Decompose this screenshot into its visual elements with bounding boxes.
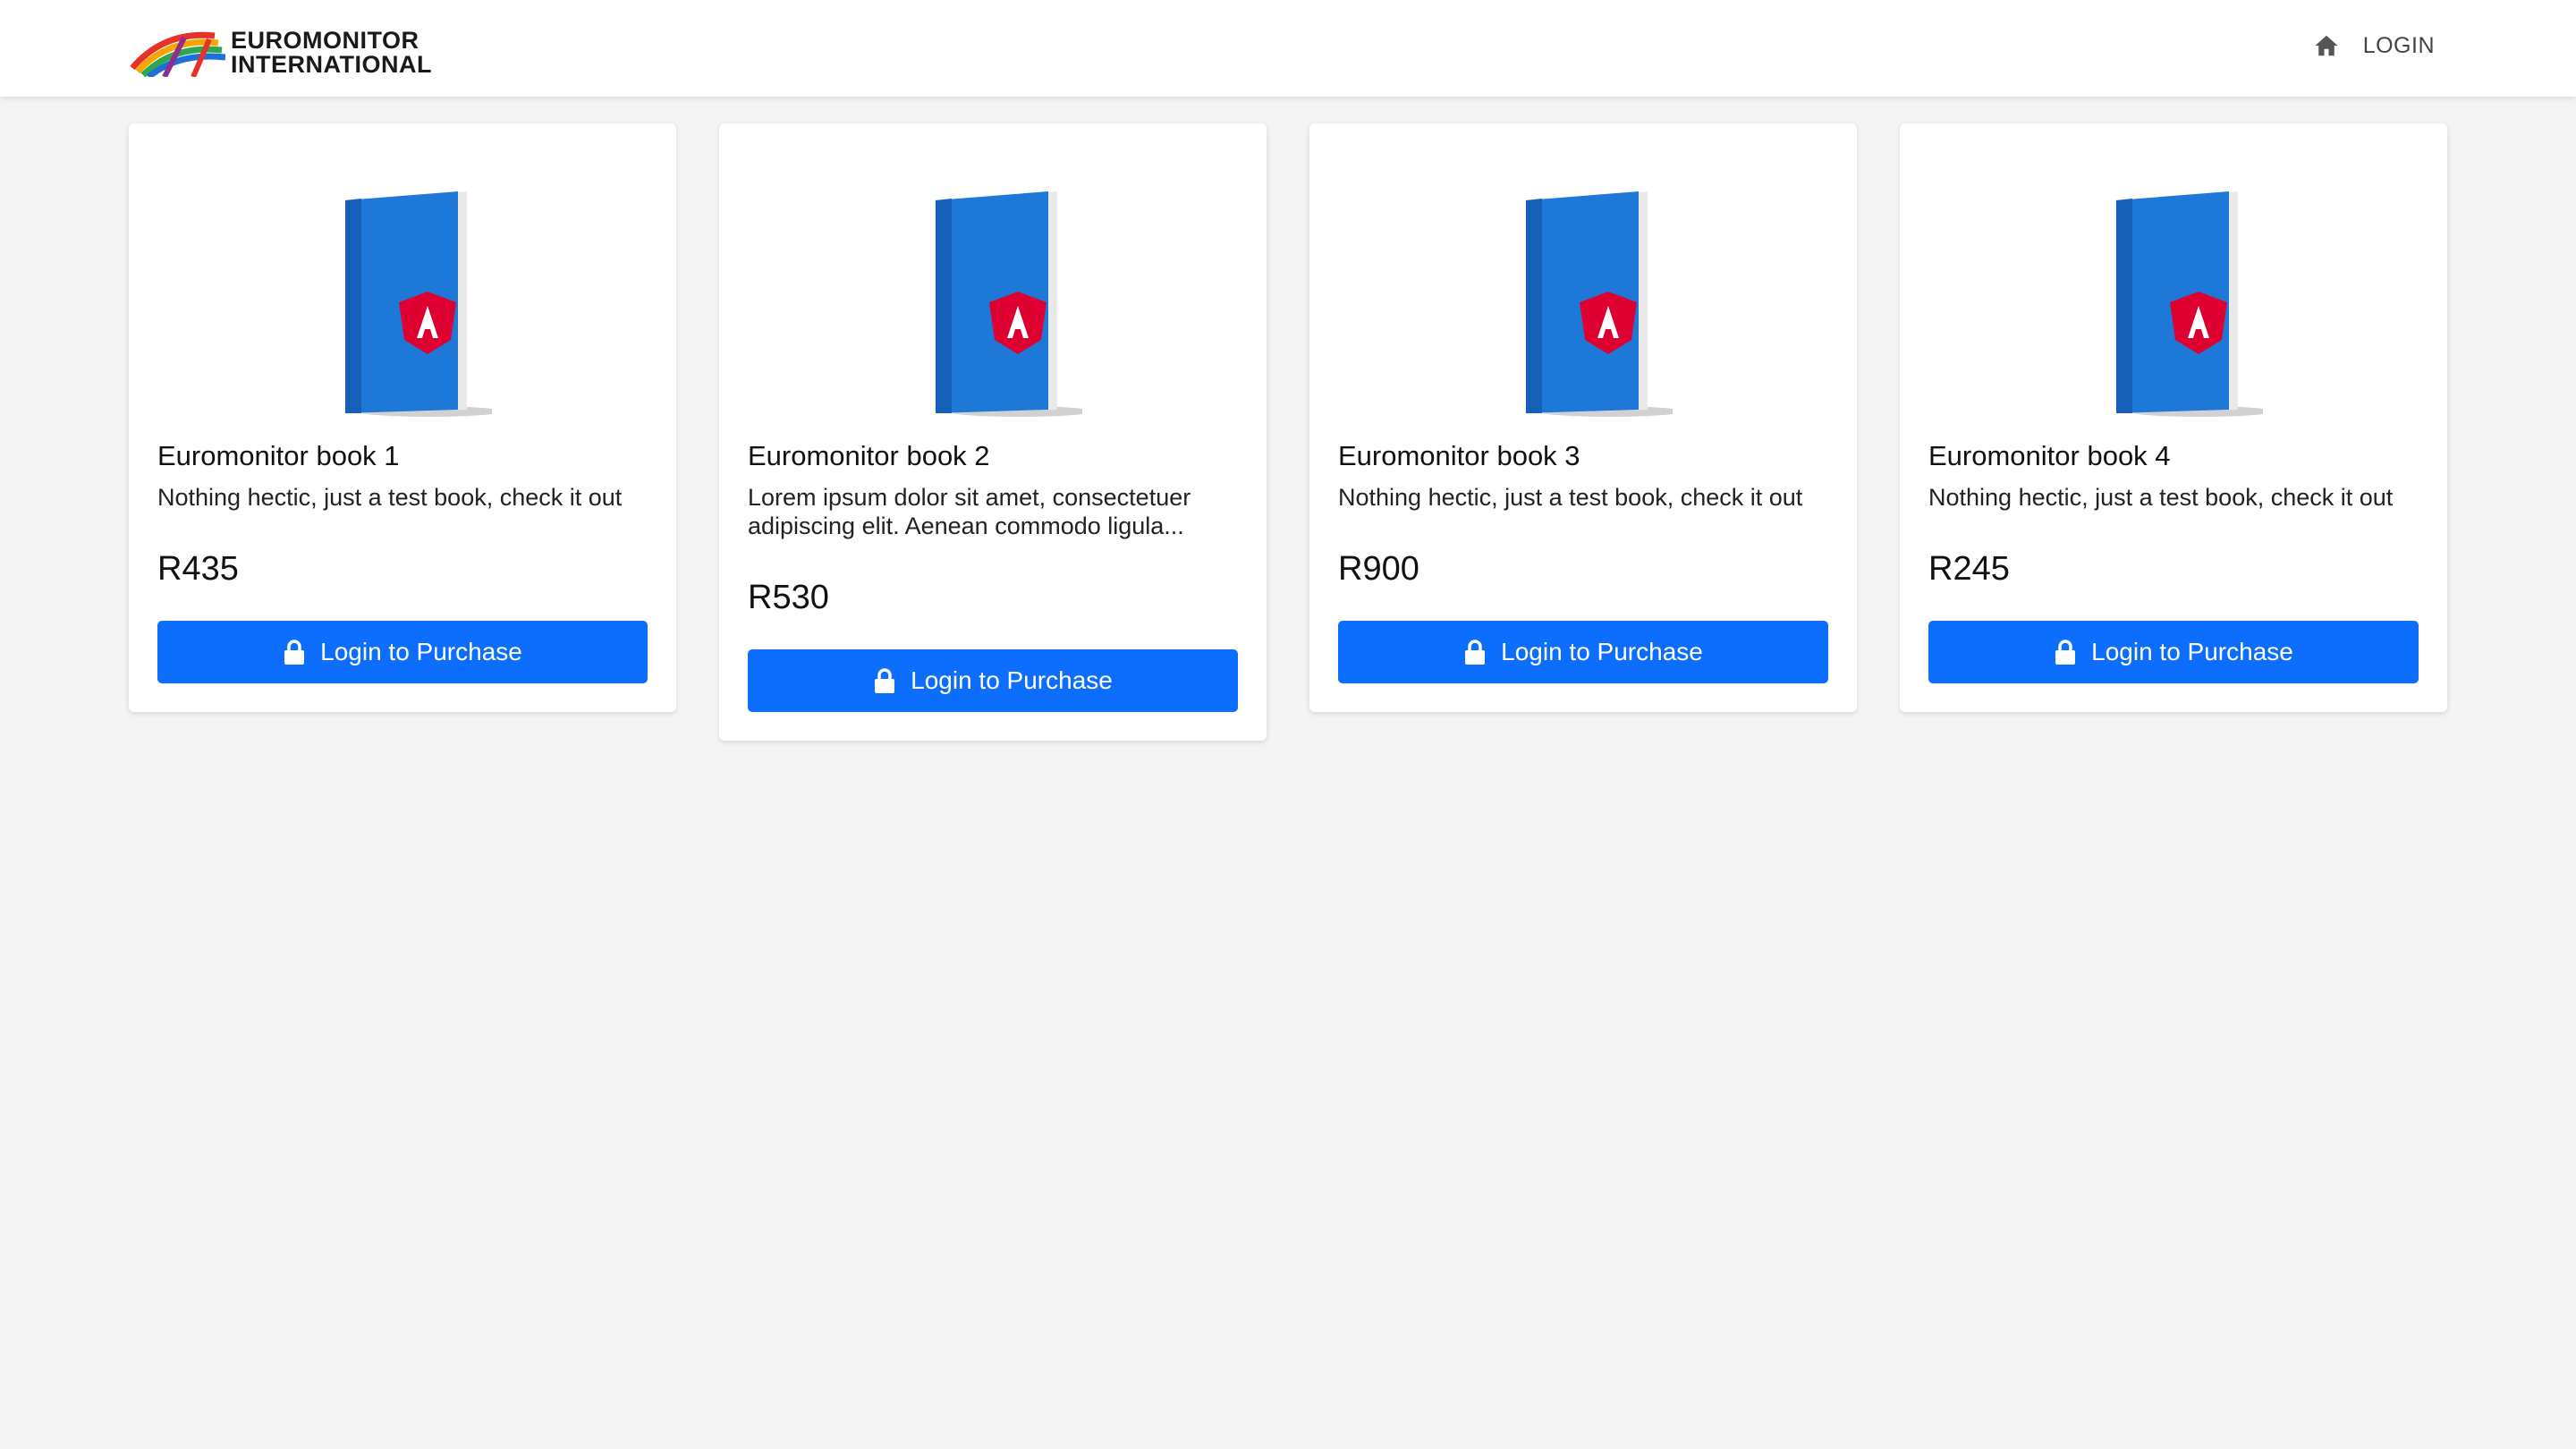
- book-price: R435: [157, 550, 239, 588]
- nav-actions: LOGIN: [2313, 32, 2435, 59]
- lock-icon: [875, 668, 895, 693]
- book-card: Euromonitor book 3 Nothing hectic, just …: [1309, 123, 1857, 712]
- login-to-purchase-button[interactable]: Login to Purchase: [1338, 621, 1828, 683]
- book-title: Euromonitor book 2: [748, 440, 990, 471]
- brand-line2: INTERNATIONAL: [231, 51, 432, 78]
- book-cover-image: [936, 191, 1082, 417]
- brand-wordmark: EUROMONITOR INTERNATIONAL: [231, 29, 432, 77]
- book-card: Euromonitor book 2 Lorem ipsum dolor sit…: [719, 123, 1267, 741]
- book-cover-wrap: [1338, 123, 1828, 428]
- book-title: Euromonitor book 3: [1338, 440, 1580, 471]
- book-grid: Euromonitor book 1 Nothing hectic, just …: [129, 123, 2447, 741]
- book-card: Euromonitor book 1 Nothing hectic, just …: [129, 123, 676, 712]
- lock-icon: [284, 640, 305, 665]
- brand-line1: EUROMONITOR: [231, 27, 419, 54]
- book-price: R530: [748, 579, 829, 616]
- book-cover-wrap: [748, 123, 1238, 428]
- lock-icon: [1465, 640, 1486, 665]
- purchase-button-label: Login to Purchase: [320, 638, 522, 665]
- book-description: Nothing hectic, just a test book, check …: [1928, 484, 2394, 511]
- purchase-button-label: Login to Purchase: [2091, 638, 2293, 665]
- brand-logo[interactable]: EUROMONITOR INTERNATIONAL: [129, 29, 432, 77]
- book-cover-wrap: [157, 123, 648, 428]
- login-to-purchase-button[interactable]: Login to Purchase: [157, 621, 648, 683]
- book-description: Nothing hectic, just a test book, check …: [157, 484, 623, 511]
- book-description: Lorem ipsum dolor sit amet, consectetuer…: [748, 484, 1191, 539]
- book-price: R245: [1928, 550, 2010, 588]
- purchase-button-label: Login to Purchase: [911, 666, 1113, 694]
- book-title: Euromonitor book 1: [157, 440, 400, 471]
- book-description: Nothing hectic, just a test book, check …: [1338, 484, 1803, 511]
- login-to-purchase-button[interactable]: Login to Purchase: [748, 649, 1238, 712]
- book-title: Euromonitor book 4: [1928, 440, 2171, 471]
- home-icon[interactable]: [2313, 32, 2340, 59]
- book-cover-image: [345, 191, 492, 417]
- book-cover-wrap: [1928, 123, 2419, 428]
- top-navbar: EUROMONITOR INTERNATIONAL LOGIN: [0, 0, 2576, 97]
- book-price: R900: [1338, 550, 1419, 588]
- book-card: Euromonitor book 4 Nothing hectic, just …: [1900, 123, 2447, 712]
- book-cover-image: [2116, 191, 2263, 417]
- purchase-button-label: Login to Purchase: [1501, 638, 1703, 665]
- nav-login-link[interactable]: LOGIN: [2363, 33, 2435, 59]
- lock-icon: [2055, 640, 2076, 665]
- euromonitor-logo-icon: [130, 31, 225, 77]
- book-cover-image: [1526, 191, 1673, 417]
- login-to-purchase-button[interactable]: Login to Purchase: [1928, 621, 2419, 683]
